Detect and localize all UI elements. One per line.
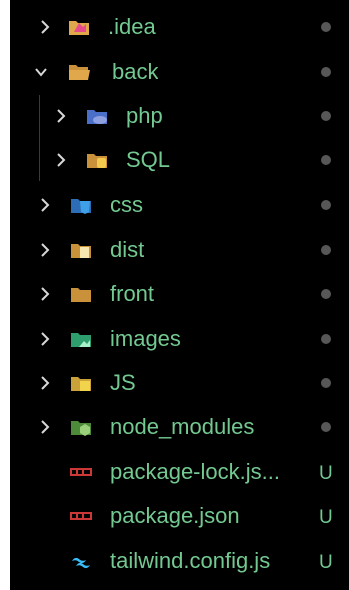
npm-file-icon xyxy=(70,506,92,526)
chevron-right-icon[interactable] xyxy=(54,150,68,170)
chevron-right-icon[interactable] xyxy=(38,240,52,260)
js-folder-icon xyxy=(70,373,92,393)
chevron-right-icon[interactable] xyxy=(54,106,68,126)
tree-item-css[interactable]: css xyxy=(10,183,349,227)
tree-item-label: package-lock.js... xyxy=(110,459,280,484)
tree-item-sql[interactable]: SQL xyxy=(10,138,349,182)
chevron-right-icon[interactable] xyxy=(38,17,52,37)
tree-item-back[interactable]: back xyxy=(10,50,349,94)
tree-item-label: JS xyxy=(110,370,136,395)
modified-dot xyxy=(321,22,331,32)
file-explorer-panel: .idea back php SQL css dist front images… xyxy=(10,0,349,590)
tree-item-label: dist xyxy=(110,237,145,262)
untracked-badge: U xyxy=(319,552,333,573)
tree-item-label: back xyxy=(112,59,159,84)
tree-item-label: package.json xyxy=(110,503,240,528)
modified-dot xyxy=(321,289,331,299)
tree-item-php[interactable]: php xyxy=(10,94,349,138)
tree-item-dist[interactable]: dist xyxy=(10,228,349,272)
chevron-down-icon[interactable] xyxy=(34,62,48,82)
modified-dot xyxy=(321,155,331,165)
node-folder-icon xyxy=(70,417,92,437)
tree-item-label: SQL xyxy=(126,147,171,172)
tree-item-label: .idea xyxy=(108,14,156,39)
folder-icon xyxy=(70,284,92,304)
chevron-right-icon[interactable] xyxy=(38,329,52,349)
tree-item-idea[interactable]: .idea xyxy=(10,5,349,49)
modified-dot xyxy=(321,422,331,432)
folder-open-icon xyxy=(68,62,90,82)
css-folder-icon xyxy=(70,195,92,215)
tree-item-label: css xyxy=(110,192,143,217)
tree-item-package-lock[interactable]: package-lock.js... U xyxy=(10,450,349,494)
tree-item-js[interactable]: JS xyxy=(10,361,349,405)
idea-folder-icon xyxy=(68,17,90,37)
chevron-right-icon[interactable] xyxy=(38,195,52,215)
tree-item-front[interactable]: front xyxy=(10,272,349,316)
dist-folder-icon xyxy=(70,240,92,260)
modified-dot xyxy=(321,111,331,121)
untracked-badge: U xyxy=(319,507,333,528)
modified-dot xyxy=(321,200,331,210)
tree-item-label: images xyxy=(110,326,181,351)
tree-item-label: node_modules xyxy=(110,414,255,439)
tree-item-label: front xyxy=(110,281,155,306)
tree-item-label: php xyxy=(126,103,163,128)
sql-folder-icon xyxy=(86,150,108,170)
chevron-right-icon[interactable] xyxy=(38,373,52,393)
tree-item-images[interactable]: images xyxy=(10,317,349,361)
modified-dot xyxy=(321,67,331,77)
images-folder-icon xyxy=(70,329,92,349)
chevron-right-icon[interactable] xyxy=(38,284,52,304)
php-folder-icon xyxy=(86,106,108,126)
tree-item-tailwind-config[interactable]: tailwind.config.js U xyxy=(10,539,349,583)
chevron-right-icon[interactable] xyxy=(38,417,52,437)
tailwind-file-icon xyxy=(70,551,92,571)
tree-item-label: tailwind.config.js xyxy=(110,548,271,573)
modified-dot xyxy=(321,378,331,388)
modified-dot xyxy=(321,245,331,255)
tree-item-package-json[interactable]: package.json U xyxy=(10,494,349,538)
tree-item-node-modules[interactable]: node_modules xyxy=(10,405,349,449)
npm-file-icon xyxy=(70,462,92,482)
untracked-badge: U xyxy=(319,463,333,484)
modified-dot xyxy=(321,334,331,344)
